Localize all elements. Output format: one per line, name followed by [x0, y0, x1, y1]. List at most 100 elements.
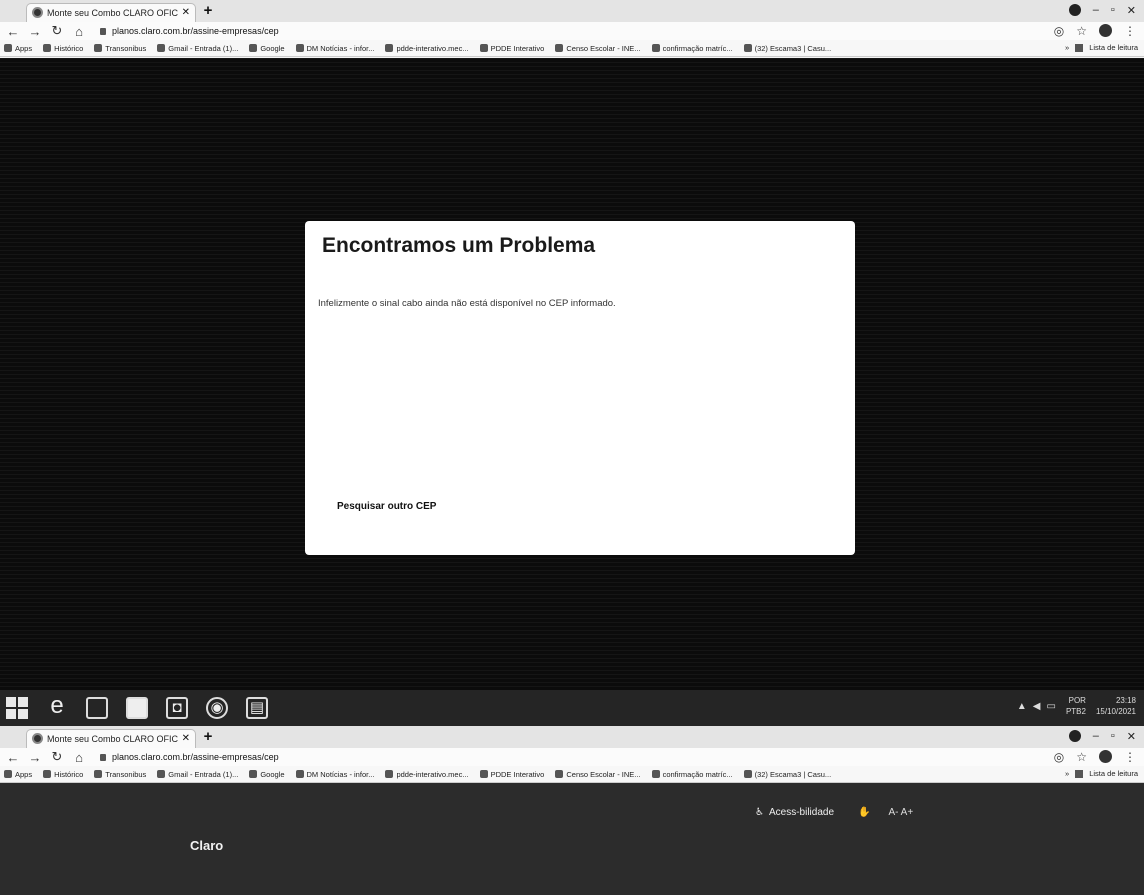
reload-icon[interactable]: ↻ [48, 749, 66, 765]
image-icon [651, 44, 660, 52]
bookmark-item[interactable]: PDDE Interativo [479, 770, 544, 779]
apps-grid-icon [4, 44, 12, 52]
bookmark-item[interactable]: pdde-interativo.mec... [385, 770, 469, 779]
gmail-icon [157, 770, 166, 778]
bookmark-item[interactable]: PDDE Interativo [479, 44, 544, 53]
bookmark-item[interactable]: Censo Escolar - INE... [555, 770, 641, 779]
close-window-icon[interactable]: ✕ [1127, 730, 1136, 743]
browser-tab[interactable]: Monte seu Combo CLARO OFIC ✕ [26, 3, 196, 22]
maximize-icon[interactable]: ▫ [1111, 730, 1115, 743]
tab-title: Monte seu Combo CLARO OFIC [47, 8, 179, 18]
bookmark-star-icon[interactable]: ☆ [1076, 750, 1087, 764]
bookmark-item[interactable]: Google [249, 770, 285, 779]
home-icon[interactable]: ⌂ [70, 24, 88, 39]
profile-avatar[interactable] [1099, 24, 1112, 37]
reading-list[interactable]: » Lista de leitura [1061, 43, 1138, 52]
close-tab-icon[interactable]: ✕ [182, 730, 190, 748]
forward-icon[interactable]: → [26, 750, 44, 765]
address-bar[interactable]: planos.claro.com.br/assine-empresas/cep [96, 750, 516, 765]
bookmark-star-icon[interactable]: ☆ [1076, 24, 1087, 38]
tab-strip: Monte seu Combo CLARO OFIC ✕ + – ▫ ✕ [0, 726, 1144, 748]
extension-icon[interactable] [1068, 4, 1081, 16]
search-another-cep-link[interactable]: Pesquisar outro CEP [337, 501, 436, 512]
bookmark-item[interactable]: DM Notícias - infor... [295, 44, 374, 53]
bookmark-item[interactable]: confirmação matríc... [651, 44, 733, 53]
address-bar[interactable]: planos.claro.com.br/assine-empresas/cep [96, 24, 516, 39]
google-lens-icon[interactable]: ◎ [1054, 750, 1064, 764]
bookmark-item[interactable]: Apps [4, 770, 32, 779]
bookmark-item[interactable]: (32) Escama3 | Casu... [743, 770, 831, 779]
address-row: ← → ↻ ⌂ planos.claro.com.br/assine-empre… [0, 22, 1144, 40]
bookmark-item[interactable]: Transonibus [94, 44, 146, 53]
store-icon[interactable] [86, 697, 108, 719]
bookmark-item[interactable]: Gmail - Entrada (1)... [157, 770, 238, 779]
home-icon[interactable]: ⌂ [70, 750, 88, 765]
page-overlay[interactable]: Encontramos um Problema Infelizmente o s… [0, 58, 1144, 690]
w-icon [743, 770, 752, 778]
bookmark-item[interactable]: Apps [4, 44, 32, 53]
taskbar: e ◘ ◉ ▤ ▲ ◀ ▭ POR PTB2 23:18 15/10/2021 [0, 690, 1144, 726]
google-lens-icon[interactable]: ◎ [1054, 24, 1064, 38]
bookmark-item[interactable]: Transonibus [94, 770, 146, 779]
font-size-controls[interactable]: A- A+ [888, 807, 913, 818]
close-tab-icon[interactable]: ✕ [182, 4, 190, 22]
minimize-icon[interactable]: – [1093, 4, 1099, 17]
battery-icon[interactable]: ▭ [1046, 701, 1055, 712]
apps-grid-icon [4, 770, 12, 778]
toolbar-right: ◎ ☆ ⋮ [1054, 750, 1136, 764]
office-icon[interactable]: ◘ [166, 697, 188, 719]
forward-icon[interactable]: → [26, 24, 44, 39]
bookmark-item[interactable]: Gmail - Entrada (1)... [157, 44, 238, 53]
tray-icons[interactable]: ▲ ◀ ▭ [1017, 701, 1056, 712]
extension-icon[interactable] [1068, 730, 1081, 742]
reading-list-icon [1075, 769, 1084, 778]
bookmark-item[interactable]: Google [249, 44, 285, 53]
bookmarks-bar: Apps Histórico Transonibus Gmail - Entra… [0, 40, 1144, 57]
error-modal: Encontramos um Problema Infelizmente o s… [305, 221, 855, 555]
new-tab-button[interactable]: + [200, 3, 216, 19]
document-icon[interactable]: ▤ [246, 697, 268, 719]
claro-logo[interactable]: Claro [190, 838, 223, 853]
clock[interactable]: 23:18 15/10/2021 [1096, 695, 1136, 717]
bookmark-item[interactable]: (32) Escama3 | Casu... [743, 44, 831, 53]
menu-dots-icon[interactable]: ⋮ [1124, 24, 1136, 38]
site-icon [94, 44, 103, 52]
back-icon[interactable]: ← [4, 750, 22, 765]
bookmark-item[interactable]: pdde-interativo.mec... [385, 44, 469, 53]
google-icon [249, 44, 258, 52]
bookmark-item[interactable]: confirmação matríc... [651, 770, 733, 779]
site-icon [479, 44, 488, 52]
profile-avatar[interactable] [1099, 750, 1112, 763]
site-icon [385, 44, 394, 52]
accessibility-tools: ✋ A- A+ [858, 807, 913, 818]
file-icon[interactable] [126, 697, 148, 719]
menu-dots-icon[interactable]: ⋮ [1124, 750, 1136, 764]
bookmark-item[interactable]: DM Notícias - infor... [295, 770, 374, 779]
bookmark-item[interactable]: Histórico [43, 770, 83, 779]
window-controls: – ▫ ✕ [1068, 4, 1136, 17]
reading-list[interactable]: » Lista de leitura [1061, 769, 1138, 778]
bookmark-item[interactable]: Histórico [43, 44, 83, 53]
chrome-icon[interactable]: ◉ [206, 697, 228, 719]
browser-tab[interactable]: Monte seu Combo CLARO OFIC ✕ [26, 729, 196, 748]
network-icon[interactable]: ▲ [1017, 701, 1027, 712]
site-icon [555, 44, 564, 52]
reload-icon[interactable]: ↻ [48, 23, 66, 39]
new-tab-button[interactable]: + [200, 729, 216, 745]
close-window-icon[interactable]: ✕ [1127, 4, 1136, 17]
hand-icon[interactable]: ✋ [858, 807, 870, 818]
volume-icon[interactable]: ◀ [1033, 701, 1041, 712]
chevron-right-icon: » [1065, 769, 1070, 778]
accessibility-link[interactable]: ♿ Acess-bilidade [755, 807, 834, 818]
back-icon[interactable]: ← [4, 24, 22, 39]
minimize-icon[interactable]: – [1093, 730, 1099, 743]
windows-start-icon[interactable] [6, 697, 28, 719]
reading-list-icon [1075, 43, 1084, 52]
language-indicator[interactable]: POR PTB2 [1066, 695, 1086, 717]
edge-icon[interactable]: e [46, 694, 68, 719]
bookmark-item[interactable]: Censo Escolar - INE... [555, 44, 641, 53]
history-icon [43, 770, 52, 778]
modal-title: Encontramos um Problema [322, 234, 596, 257]
maximize-icon[interactable]: ▫ [1111, 4, 1115, 17]
toolbar-right: ◎ ☆ ⋮ [1054, 24, 1136, 38]
